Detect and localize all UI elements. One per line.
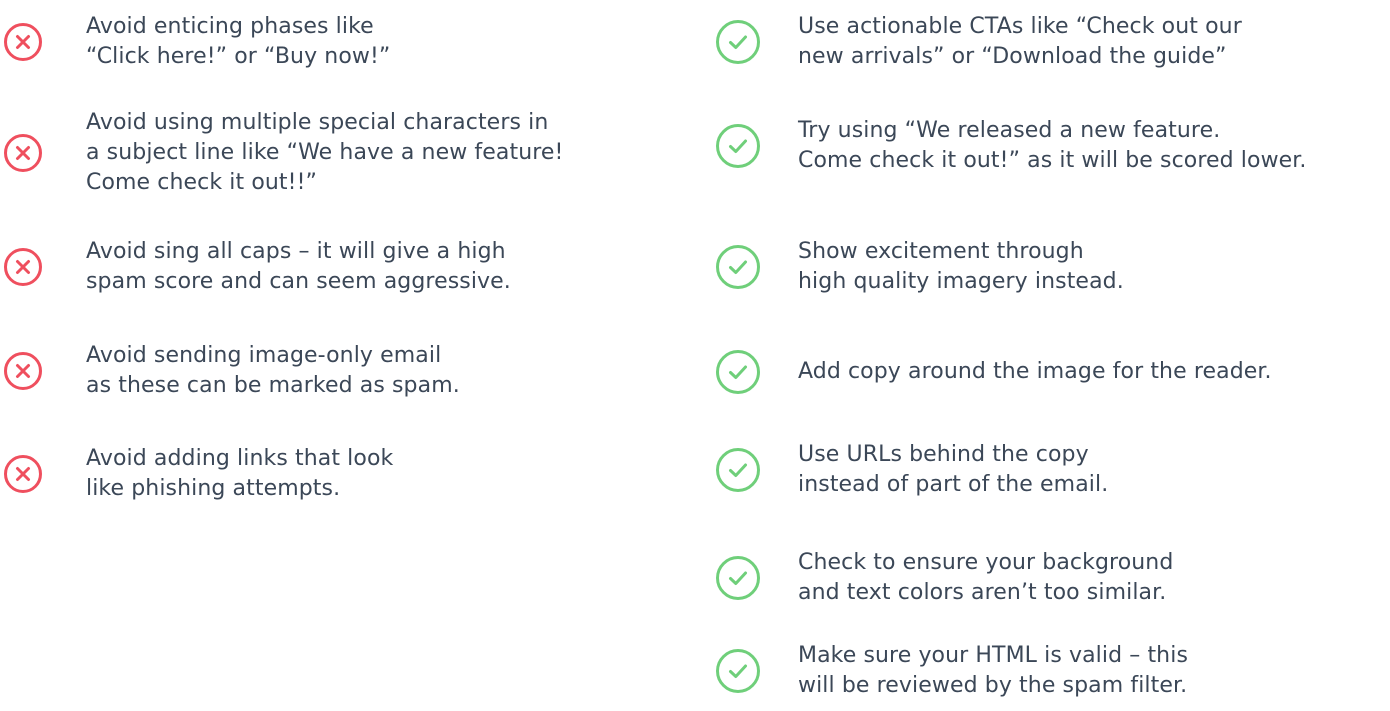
do-item-text: Check to ensure your background and text… [798,550,1174,605]
dont-item-4: Avoid sending image-only email as these … [0,341,680,401]
dont-item-5: Avoid adding links that look like phishi… [0,444,680,504]
dont-item-text: Avoid adding links that look like phishi… [86,446,394,501]
check-circle-icon [712,241,764,293]
do-item-1: Use actionable CTAs like “Check out our … [712,12,1390,72]
check-circle-icon [712,346,764,398]
do-item-text: Try using “We released a new feature. Co… [798,118,1307,173]
check-circle-icon [712,120,764,172]
do-item-2: Try using “We released a new feature. Co… [712,116,1390,176]
do-item-7: Make sure your HTML is valid – this will… [712,641,1390,701]
dont-item-text: Avoid sending image-only email as these … [86,343,460,398]
dont-item-2: Avoid using multiple special characters … [0,108,680,198]
do-item-5: Use URLs behind the copy instead of part… [712,440,1390,500]
do-item-4: Add copy around the image for the reader… [712,342,1390,402]
do-item-text: Add copy around the image for the reader… [798,359,1272,384]
dont-item-1: Avoid enticing phases like “Click here!”… [0,12,680,72]
do-item-text: Make sure your HTML is valid – this will… [798,643,1189,698]
check-circle-icon [712,16,764,68]
do-item-6: Check to ensure your background and text… [712,548,1390,608]
dont-item-text: Avoid using multiple special characters … [86,110,564,195]
do-item-text: Use URLs behind the copy instead of part… [798,442,1109,497]
check-circle-icon [712,552,764,604]
do-item-3: Show excitement through high quality ima… [712,237,1390,297]
x-circle-icon [0,127,46,179]
x-circle-icon [0,448,46,500]
dont-item-text: Avoid enticing phases like “Click here!”… [86,14,391,69]
dont-item-3: Avoid sing all caps – it will give a hig… [0,237,680,297]
x-circle-icon [0,241,46,293]
x-circle-icon [0,16,46,68]
do-item-text: Show excitement through high quality ima… [798,239,1124,294]
check-circle-icon [712,444,764,496]
do-item-text: Use actionable CTAs like “Check out our … [798,14,1242,69]
check-circle-icon [712,645,764,697]
dont-item-text: Avoid sing all caps – it will give a hig… [86,239,511,294]
x-circle-icon [0,345,46,397]
